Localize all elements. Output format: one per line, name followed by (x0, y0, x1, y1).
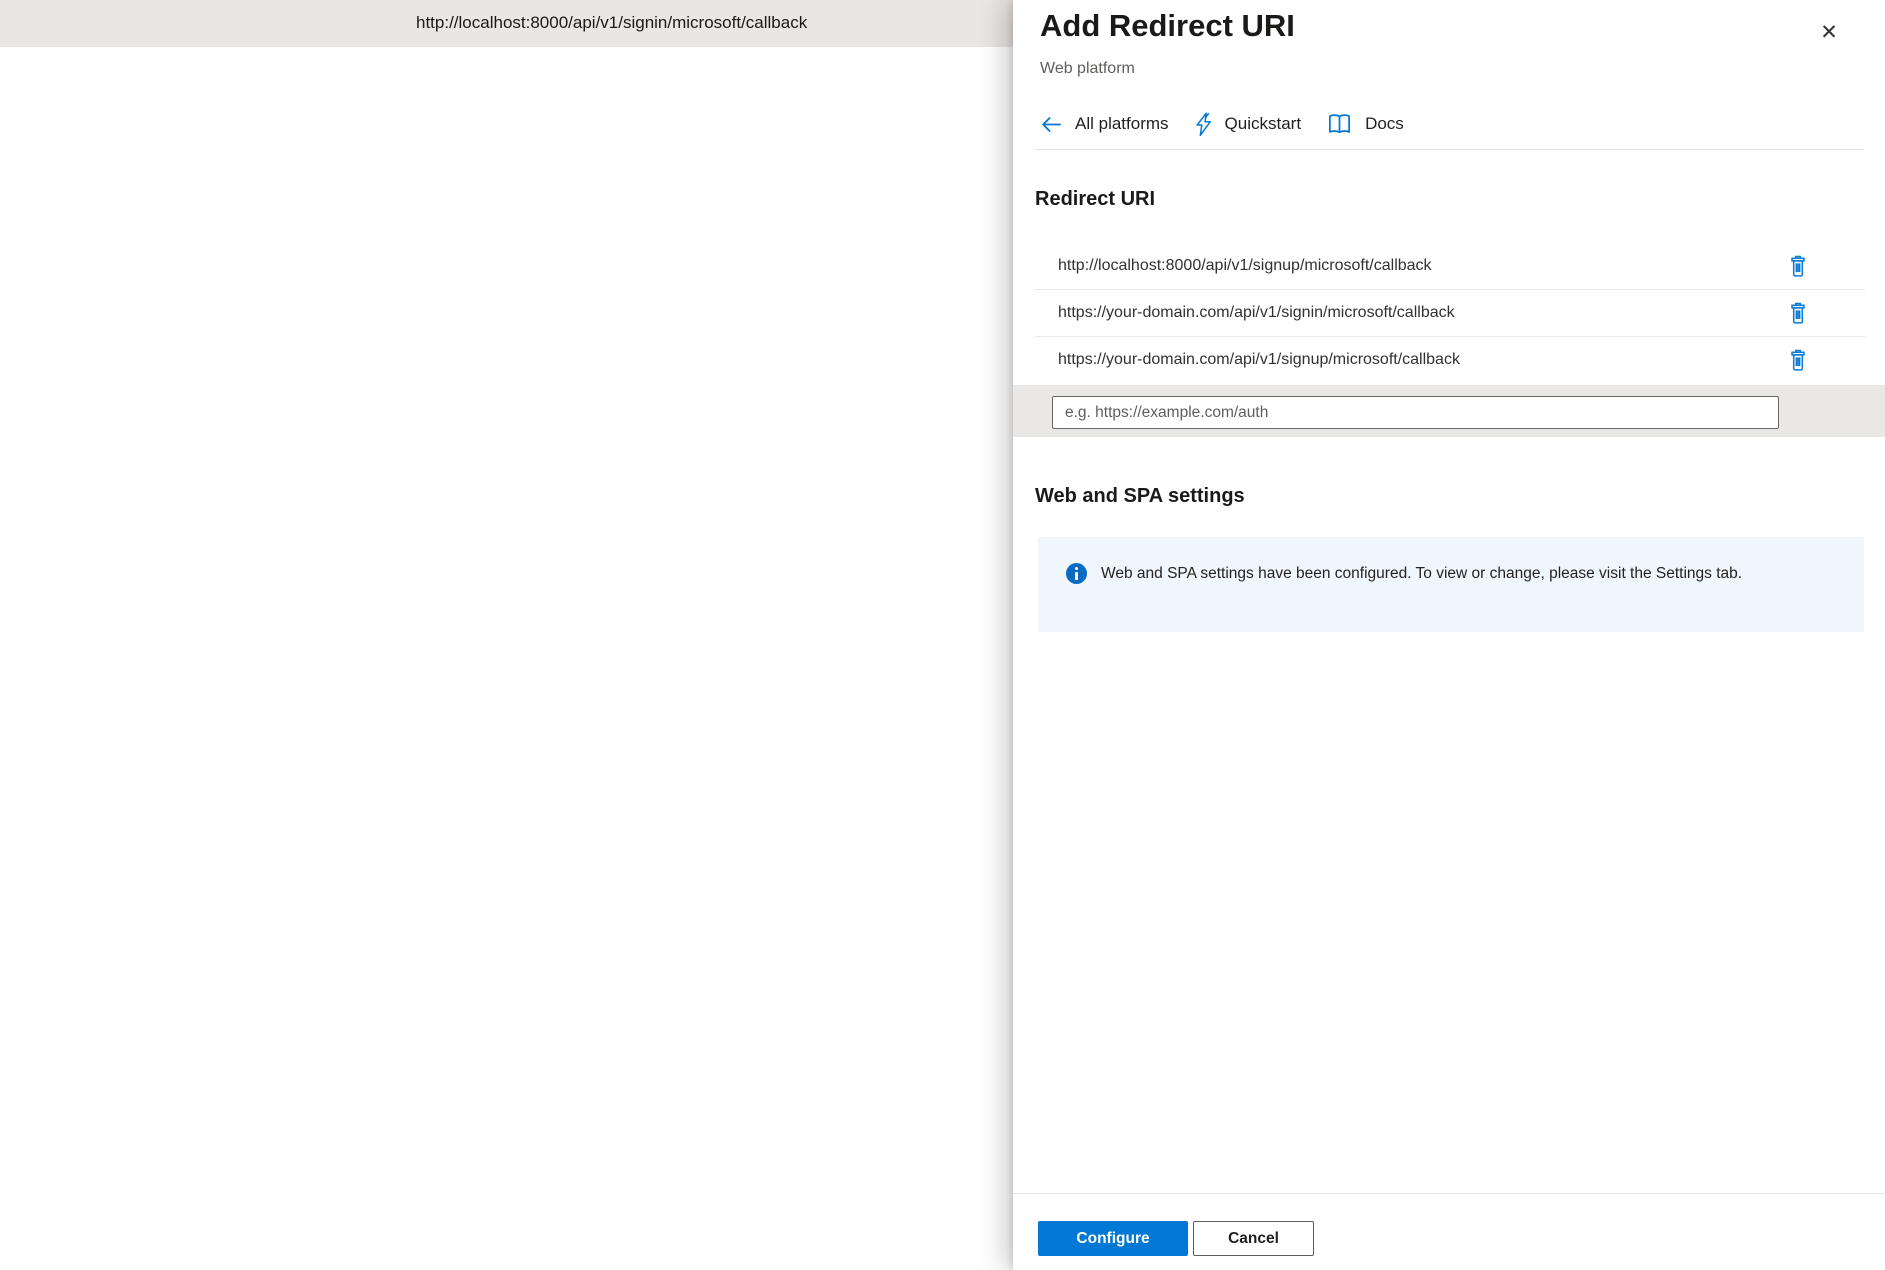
cancel-button[interactable]: Cancel (1193, 1221, 1314, 1256)
info-icon (1066, 563, 1087, 584)
redirect-uri-list: http://localhost:8000/api/v1/signup/micr… (1035, 242, 1865, 383)
close-button[interactable]: ✕ (1815, 18, 1843, 46)
uri-value: http://localhost:8000/api/v1/signup/micr… (1058, 257, 1787, 275)
footer-divider (1013, 1193, 1885, 1194)
uri-row: https://your-domain.com/api/v1/signup/mi… (1035, 336, 1865, 383)
close-icon: ✕ (1820, 20, 1838, 45)
docs-label: Docs (1365, 114, 1404, 134)
lightning-icon (1194, 112, 1213, 137)
info-message-text: Web and SPA settings have been configure… (1101, 563, 1742, 585)
add-redirect-uri-panel: ✕ Add Redirect URI Web platform All plat… (1013, 0, 1885, 1270)
nav-divider (1035, 149, 1863, 150)
redirect-uri-heading: Redirect URI (1035, 188, 1155, 211)
new-uri-input[interactable] (1052, 396, 1779, 429)
uri-value: https://your-domain.com/api/v1/signup/mi… (1058, 351, 1787, 369)
table-row-selected[interactable]: http://localhost:8000/api/v1/signin/micr… (0, 0, 1016, 47)
delete-uri-button[interactable] (1787, 348, 1809, 372)
panel-nav: All platforms Quickstart (1040, 108, 1429, 140)
table-row-uri: http://localhost:8000/api/v1/signin/micr… (416, 13, 807, 33)
docs-link[interactable]: Docs (1326, 113, 1404, 136)
back-arrow-icon (1040, 115, 1063, 134)
panel-subtitle: Web platform (1040, 60, 1135, 78)
web-spa-heading: Web and SPA settings (1035, 485, 1245, 508)
uri-row: https://your-domain.com/api/v1/signin/mi… (1035, 289, 1865, 336)
configure-button[interactable]: Configure (1038, 1221, 1188, 1256)
delete-uri-button[interactable] (1787, 301, 1809, 325)
uri-value: https://your-domain.com/api/v1/signin/mi… (1058, 304, 1787, 322)
info-message-box: Web and SPA settings have been configure… (1038, 537, 1864, 632)
quickstart-label: Quickstart (1225, 114, 1302, 134)
uri-row: http://localhost:8000/api/v1/signup/micr… (1035, 242, 1865, 289)
quickstart-link[interactable]: Quickstart (1194, 112, 1302, 137)
screen: review) ··· on Supported accounts Settin… (0, 0, 1885, 1270)
all-platforms-label: All platforms (1075, 114, 1169, 134)
delete-uri-button[interactable] (1787, 254, 1809, 278)
book-icon (1326, 113, 1353, 136)
panel-title: Add Redirect URI (1040, 8, 1295, 44)
all-platforms-link[interactable]: All platforms (1040, 114, 1169, 134)
